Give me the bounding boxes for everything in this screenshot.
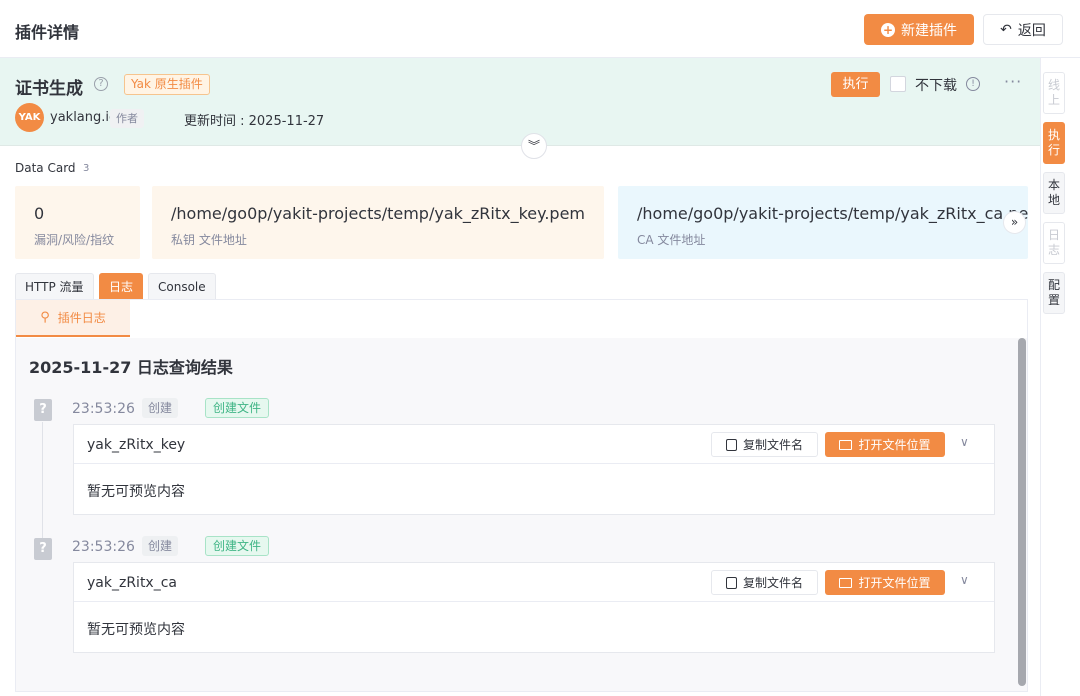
open-file-location-button[interactable]: 打开文件位置: [825, 432, 945, 457]
subtab-plugin-log[interactable]: ⚲ 插件日志: [16, 300, 130, 337]
card-value: /home/go0p/yakit-projects/temp/yak_zRitx…: [171, 204, 585, 223]
card-value: 0: [34, 204, 45, 223]
plugin-name: 证书生成: [15, 79, 83, 99]
data-card-ca-path: /home/go0p/yakit-projects/temp/yak_zRitx…: [618, 186, 1028, 259]
sidebar-tab-online[interactable]: 线上: [1043, 72, 1065, 114]
folder-icon: [839, 577, 853, 588]
log-time: 23:53:26: [72, 401, 135, 417]
card-label: CA 文件地址: [637, 233, 706, 247]
log-time: 23:53:26: [72, 539, 135, 555]
no-download-checkbox[interactable]: [890, 76, 906, 92]
log-entry-header: yak_zRitx_key 复制文件名 打开文件位置 ∨: [74, 425, 994, 464]
log-panel: ⚲ 插件日志 2025-11-27 日志查询结果 ? 23:53:26 创建 创…: [15, 299, 1028, 692]
log-entry: yak_zRitx_ca 复制文件名 打开文件位置 ∨ 暂无可预览内容: [73, 562, 995, 653]
top-bar: 插件详情 + 新建插件 ↶ 返回: [0, 0, 1080, 58]
action-tag: 创建: [142, 536, 179, 556]
subtab-label: 插件日志: [57, 311, 106, 325]
action-tag: 创建: [142, 398, 179, 418]
page-title: 插件详情: [15, 23, 80, 42]
file-type-tag: 创建文件: [205, 536, 270, 556]
folder-icon: [839, 439, 853, 450]
copy-icon: [725, 576, 737, 589]
data-card-count: 3: [83, 163, 90, 174]
file-type-tag: 创建文件: [205, 398, 270, 418]
data-card-risk: 0 漏洞/风险/指纹: [15, 186, 140, 259]
card-label: 漏洞/风险/指纹: [34, 233, 115, 247]
new-plugin-button[interactable]: + 新建插件: [864, 14, 974, 45]
timeline-line: [42, 422, 43, 538]
update-time: 更新时间 : 2025-11-27: [184, 114, 325, 129]
tab-console[interactable]: Console: [148, 273, 216, 299]
plugin-type-tag: Yak 原生插件: [124, 74, 210, 95]
sidebar-tab-config[interactable]: 配置: [1043, 272, 1065, 314]
tab-http-traffic[interactable]: HTTP 流量: [15, 273, 94, 299]
undo-arrow-icon: ↶: [1000, 21, 1012, 38]
right-sidebar: 线上 执行 本地 日志 配置: [1040, 58, 1080, 696]
file-name: yak_zRitx_key: [87, 437, 186, 453]
chevron-down-icon[interactable]: ∨: [960, 573, 969, 587]
preview-text: 暂无可预览内容: [87, 484, 185, 500]
sidebar-tab-local[interactable]: 本地: [1043, 172, 1065, 214]
preview-text: 暂无可预览内容: [87, 622, 185, 638]
card-value: /home/go0p/yakit-projects/temp/yak_zRitx…: [637, 204, 1028, 223]
expand-chevron-icon[interactable]: ︾: [521, 133, 547, 159]
document-icon: ?: [34, 538, 52, 560]
sidebar-tab-log[interactable]: 日志: [1043, 222, 1065, 264]
copy-label: 复制文件名: [742, 438, 803, 452]
execute-button[interactable]: 执行: [831, 72, 880, 97]
info-icon[interactable]: !: [966, 77, 980, 91]
log-entry-header: yak_zRitx_ca 复制文件名 打开文件位置 ∨: [74, 563, 994, 602]
copy-icon: [725, 438, 737, 451]
copy-label: 复制文件名: [742, 576, 803, 590]
document-icon: ?: [34, 399, 52, 421]
branch-icon: ⚲: [40, 310, 50, 325]
copy-filename-button[interactable]: 复制文件名: [711, 570, 818, 595]
author-badge: 作者: [110, 109, 144, 128]
plus-circle-icon: +: [881, 22, 895, 37]
author-avatar: YAK: [15, 103, 44, 132]
more-options-icon[interactable]: ···: [1004, 72, 1022, 91]
back-label: 返回: [1017, 22, 1046, 39]
copy-filename-button[interactable]: 复制文件名: [711, 432, 818, 457]
chevron-down-icon[interactable]: ∨: [960, 435, 969, 449]
no-download-label: 不下载: [915, 78, 957, 94]
open-label: 打开文件位置: [858, 438, 931, 452]
log-entry: yak_zRitx_key 复制文件名 打开文件位置 ∨ 暂无可预览内容: [73, 424, 995, 515]
new-plugin-label: 新建插件: [901, 22, 957, 39]
back-button[interactable]: ↶ 返回: [983, 14, 1063, 45]
log-heading: 2025-11-27 日志查询结果: [29, 358, 233, 377]
open-file-location-button[interactable]: 打开文件位置: [825, 570, 945, 595]
file-name: yak_zRitx_ca: [87, 575, 177, 591]
plugin-header: 证书生成 ? Yak 原生插件 YAK yaklang.io 作者 更新时间 :…: [0, 58, 1040, 159]
help-icon[interactable]: ?: [94, 77, 108, 91]
open-label: 打开文件位置: [858, 576, 931, 590]
data-card-key-path: /home/go0p/yakit-projects/temp/yak_zRitx…: [152, 186, 604, 259]
tab-log[interactable]: 日志: [99, 273, 144, 299]
log-area: 2025-11-27 日志查询结果 ? 23:53:26 创建 创建文件 yak…: [16, 338, 1027, 691]
data-card-title: Data Card: [15, 161, 76, 175]
author-name[interactable]: yaklang.io: [50, 110, 117, 125]
scrollbar[interactable]: [1018, 338, 1026, 686]
sidebar-tab-execute[interactable]: 执行: [1043, 122, 1065, 164]
card-label: 私钥 文件地址: [171, 233, 247, 247]
card-next-icon[interactable]: »: [1003, 211, 1026, 234]
